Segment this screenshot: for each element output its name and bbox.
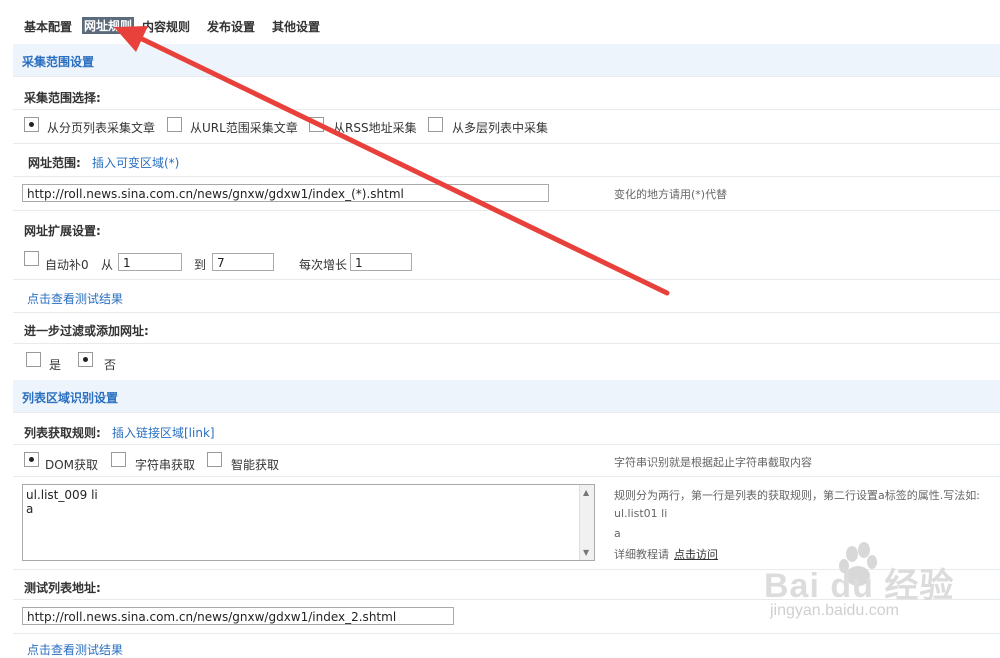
annotation-arrow-icon	[114, 26, 670, 296]
